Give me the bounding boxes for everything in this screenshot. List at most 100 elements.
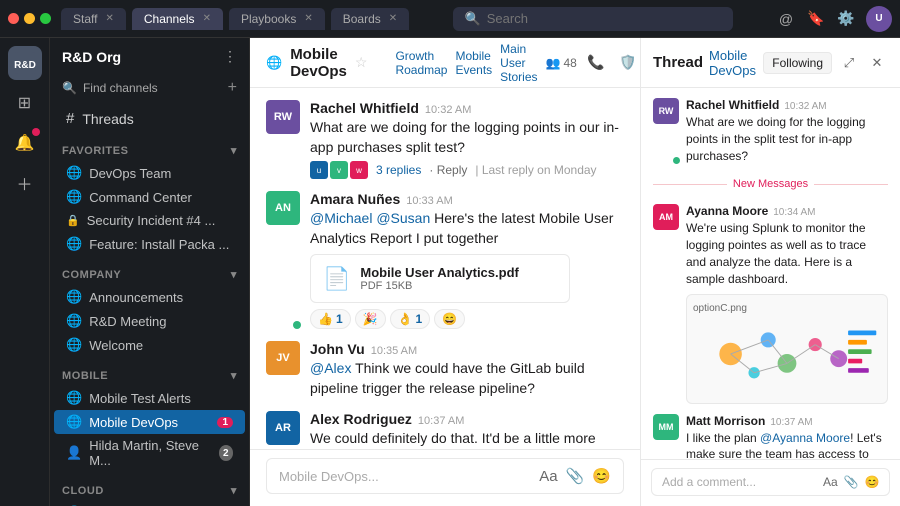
message-input[interactable]: [279, 469, 531, 484]
thread-channel[interactable]: Mobile DevOps: [709, 48, 757, 78]
sidebar-item-cloud-engineering[interactable]: 🌐 Cloud Engineering: [54, 501, 245, 506]
tab-channels[interactable]: Channels ✕: [132, 8, 223, 30]
reaction-party[interactable]: 🎉: [355, 309, 386, 329]
chart-svg: [693, 314, 881, 394]
sidebar-item-mobile-devops[interactable]: 🌐 Mobile DevOps 1: [54, 410, 245, 434]
msg-author[interactable]: Alex Rodriguez: [310, 411, 412, 427]
following-button[interactable]: Following: [763, 52, 832, 74]
org-icon[interactable]: R&D: [8, 46, 42, 80]
sidebar-more-icon[interactable]: ⋮: [223, 48, 237, 65]
reply-action[interactable]: · Reply: [429, 163, 467, 177]
sidebar-item-hilda[interactable]: 👤 Hilda Martin, Steve M... 2: [54, 434, 245, 472]
sidebar-item-feature[interactable]: 🌐 Feature: Install Packa ...: [54, 232, 245, 256]
expand-icon[interactable]: ⤢: [838, 52, 860, 74]
thread-input[interactable]: [662, 475, 817, 489]
find-channels-btn[interactable]: 🔍 Find channels +: [50, 75, 249, 105]
shield-icon[interactable]: 🛡️: [615, 50, 641, 76]
tab-playbooks[interactable]: Playbooks ✕: [229, 8, 325, 30]
aa-icon[interactable]: Aa: [539, 468, 557, 485]
bookmark-icon[interactable]: 🔖: [806, 9, 826, 29]
header-link-events[interactable]: Mobile Events: [455, 49, 492, 77]
attachment-icon[interactable]: 📎: [566, 467, 585, 485]
find-channels-icon: 🔍: [62, 81, 77, 95]
add-channel-icon[interactable]: +: [228, 79, 237, 97]
threads-icon: #: [66, 110, 74, 127]
user-avatar[interactable]: U: [866, 6, 892, 32]
sidebar-item-devops-team[interactable]: 🌐 DevOps Team: [54, 161, 245, 185]
section-company[interactable]: COMPANY ▾: [50, 256, 249, 285]
emoji-icon[interactable]: 😊: [592, 467, 611, 485]
new-messages-divider: New Messages: [653, 178, 888, 190]
threads-label: Threads: [82, 111, 133, 127]
sidebar-item-rd-meeting[interactable]: 🌐 R&D Meeting: [54, 309, 245, 333]
close-icon[interactable]: ✕: [866, 52, 888, 74]
last-reply: | Last reply on Monday: [475, 163, 596, 177]
sidebar-item-mobile-alerts[interactable]: 🌐 Mobile Test Alerts: [54, 386, 245, 410]
sidebar-item-announcements[interactable]: 🌐 Announcements: [54, 285, 245, 309]
attachment-icon[interactable]: 📎: [844, 475, 859, 489]
phone-icon[interactable]: 📞: [583, 50, 609, 76]
channel-name: Mobile DevOps: [290, 46, 347, 80]
avatar: JV: [266, 341, 300, 375]
thread-messages: RW Rachel Whitfield 10:32 AM What are we…: [641, 88, 900, 459]
header-link-roadmap[interactable]: Growth Roadmap: [395, 49, 447, 77]
msg-author[interactable]: Rachel Whitfield: [310, 100, 419, 116]
msg-text: @Michael @Susan Here's the latest Mobile…: [310, 209, 624, 248]
reaction-smile[interactable]: 😄: [434, 309, 465, 329]
tab-staff-close[interactable]: ✕: [105, 13, 113, 24]
sidebar-item-label: Mobile DevOps: [89, 415, 178, 430]
reaction-thumbsup[interactable]: 👍 1: [310, 309, 351, 329]
search-input[interactable]: [487, 11, 721, 26]
section-cloud[interactable]: CLOUD ▾: [50, 472, 249, 501]
thread-message-2: AM Ayanna Moore 10:34 AM We're using Spl…: [653, 204, 888, 403]
msg-text: We could definitely do that. It'd be a l…: [310, 429, 624, 449]
notification-dot: [32, 128, 40, 136]
reaction-count: 1: [416, 312, 423, 326]
aa-icon[interactable]: Aa: [823, 475, 838, 489]
threads-item[interactable]: # Threads: [54, 105, 245, 132]
online-status: [293, 321, 301, 329]
at-icon[interactable]: @: [776, 9, 796, 29]
thread-header: Thread Mobile DevOps Following ⤢ ✕: [641, 38, 900, 88]
sidebar-item-command-center[interactable]: 🌐 Command Center: [54, 185, 245, 209]
unread-count: 2: [219, 445, 233, 461]
reaction-ok[interactable]: 👌 1: [390, 309, 431, 329]
msg-author[interactable]: John Vu: [310, 341, 365, 357]
msg-content: John Vu 10:35 AM @Alex Think we could ha…: [310, 341, 624, 398]
thread-msg-author: Matt Morrison: [686, 414, 765, 428]
message-4: AR Alex Rodriguez 10:37 AM We could defi…: [266, 411, 624, 449]
tab-boards-close[interactable]: ✕: [389, 13, 397, 24]
message-2: AN Amara Nuñes 10:33 AM @Michael @Susan …: [266, 191, 624, 329]
fullscreen-dot[interactable]: [40, 13, 51, 24]
search-area: 🔍: [417, 7, 768, 31]
close-dot[interactable]: [8, 13, 19, 24]
globe-icon: 🌐: [66, 313, 82, 329]
emoji-icon[interactable]: 😊: [865, 475, 880, 489]
section-favorites[interactable]: FAVORITES ▾: [50, 132, 249, 161]
top-bar: Staff ✕ Channels ✕ Playbooks ✕ Boards ✕ …: [0, 0, 900, 38]
replies-count[interactable]: 3 replies: [376, 163, 421, 177]
sidebar-item-welcome[interactable]: 🌐 Welcome: [54, 333, 245, 357]
star-icon[interactable]: ☆: [355, 54, 368, 71]
tab-boards[interactable]: Boards ✕: [331, 8, 409, 30]
icon-bar: R&D ⊞ 🔔 ＋: [0, 38, 50, 506]
add-icon[interactable]: ＋: [8, 166, 42, 200]
sidebar-item-label: Command Center: [89, 190, 192, 205]
section-mobile[interactable]: MOBILE ▾: [50, 357, 249, 386]
tab-playbooks-close[interactable]: ✕: [304, 13, 312, 24]
tab-staff[interactable]: Staff ✕: [61, 8, 126, 30]
attachment[interactable]: 📄 Mobile User Analytics.pdf PDF 15KB: [310, 254, 570, 303]
tab-channels-close[interactable]: ✕: [203, 13, 211, 24]
grid-icon[interactable]: ⊞: [8, 86, 42, 120]
minimize-dot[interactable]: [24, 13, 35, 24]
tab-channels-label: Channels: [144, 12, 195, 26]
sidebar-item-security[interactable]: 🔒 Security Incident #4 ...: [54, 209, 245, 232]
msg-author[interactable]: Amara Nuñes: [310, 191, 400, 207]
header-link-stories[interactable]: Main User Stories: [500, 42, 537, 84]
notification-btn[interactable]: 🔔: [8, 126, 42, 160]
msg-time: 10:32 AM: [425, 104, 471, 116]
mention-alex: @Alex: [310, 360, 351, 376]
settings-icon[interactable]: ⚙️: [836, 9, 856, 29]
section-collapse-icon: ▾: [231, 369, 237, 382]
msg-text: What are we doing for the logging points…: [310, 118, 624, 157]
